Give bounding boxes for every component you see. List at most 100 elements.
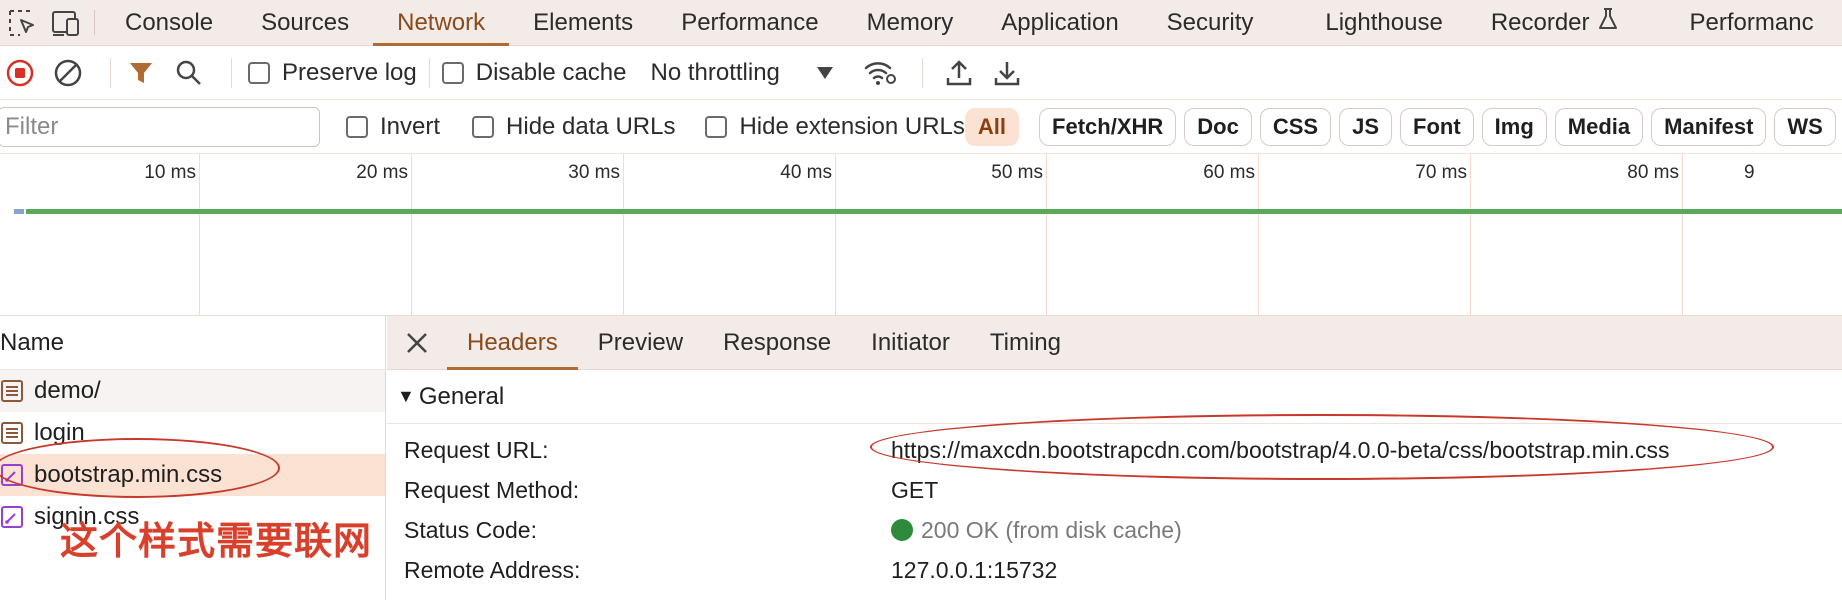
tab-label: Headers	[467, 328, 558, 356]
field-key: Request Method:	[404, 476, 580, 503]
checkbox-label: Invert	[380, 112, 441, 140]
timeline-gridline	[623, 154, 624, 315]
field-value[interactable]: https://maxcdn.bootstrapcdn.com/bootstra…	[891, 437, 1670, 464]
column-header-label: Name	[0, 328, 65, 356]
stylesheet-icon	[1, 506, 23, 528]
disable-cache-checkbox[interactable]: Disable cache	[441, 58, 627, 87]
checkbox-label: Disable cache	[475, 58, 627, 86]
name-column-header[interactable]: Name	[0, 316, 385, 370]
checkbox-box[interactable]	[346, 115, 368, 138]
tabbar-separator	[94, 10, 95, 35]
timeline-tick-label: 9	[1744, 162, 1755, 183]
type-filter-ws[interactable]: WS	[1774, 107, 1836, 146]
type-filter-fetch-xhr[interactable]: Fetch/XHR	[1039, 107, 1177, 146]
tab-performance[interactable]: Performance	[657, 0, 842, 45]
tab-console[interactable]: Console	[101, 0, 237, 45]
record-stop-icon[interactable]	[2, 46, 38, 100]
preserve-log-checkbox[interactable]: Preserve log	[248, 59, 417, 87]
header-field-status-code: Status Code: 200 OK (from disk cache)	[387, 510, 1842, 550]
inspect-element-icon[interactable]	[0, 0, 44, 45]
devtools-tabbar: Console Sources Network Elements Perform…	[0, 0, 1842, 46]
field-key: Request URL:	[404, 436, 549, 463]
stylesheet-icon	[1, 464, 23, 486]
request-row[interactable]: demo/	[0, 370, 385, 412]
timeline-tick-label: 70 ms	[1415, 162, 1467, 183]
detail-tab-headers[interactable]: Headers	[447, 316, 578, 370]
timeline-tick-label: 80 ms	[1627, 162, 1679, 183]
request-row[interactable]: login	[0, 412, 385, 454]
invert-checkbox[interactable]: Invert	[346, 113, 440, 141]
timeline-download-bar	[26, 209, 1842, 214]
checkbox-box[interactable]	[248, 61, 270, 84]
tab-performance-insights[interactable]: Performanc	[1666, 0, 1814, 45]
tab-security[interactable]: Security	[1143, 0, 1302, 45]
tab-sources[interactable]: Sources	[237, 0, 373, 45]
checkbox-box[interactable]	[705, 115, 728, 138]
detail-tab-initiator[interactable]: Initiator	[851, 316, 970, 369]
tab-label: Security	[1166, 8, 1254, 36]
hide-extension-urls-checkbox[interactable]: Hide extension URLs	[705, 113, 965, 141]
device-toolbar-icon[interactable]	[44, 0, 88, 45]
detail-tabbar: Headers Preview Response Initiator Timin…	[387, 316, 1842, 370]
type-filter-doc[interactable]: Doc	[1184, 107, 1252, 146]
tab-lighthouse[interactable]: Lighthouse	[1301, 0, 1466, 45]
detail-tab-response[interactable]: Response	[703, 316, 851, 369]
hide-data-urls-checkbox[interactable]: Hide data URLs	[472, 113, 675, 141]
detail-tab-timing[interactable]: Timing	[970, 316, 1081, 369]
timeline-overview[interactable]: 10 ms 20 ms 30 ms 40 ms 50 ms 60 ms 70 m…	[0, 154, 1842, 316]
type-filter-manifest[interactable]: Manifest	[1651, 107, 1767, 146]
request-name: login	[34, 419, 85, 446]
tab-memory[interactable]: Memory	[843, 0, 978, 45]
field-value[interactable]: 127.0.0.1:15732	[891, 557, 1057, 584]
tab-label: Console	[125, 8, 214, 36]
close-icon[interactable]	[387, 316, 447, 369]
toolbar-separator	[231, 57, 232, 88]
timeline-gridline	[1258, 154, 1259, 315]
type-filter-img[interactable]: Img	[1481, 107, 1547, 146]
filter-funnel-icon[interactable]	[123, 46, 159, 100]
timeline-gridline	[1682, 154, 1683, 315]
tab-recorder[interactable]: Recorder	[1467, 0, 1666, 45]
timeline-tick-label: 40 ms	[780, 162, 832, 183]
type-filter-media[interactable]: Media	[1554, 107, 1644, 146]
tab-label: Performance	[681, 8, 819, 36]
tab-application[interactable]: Application	[977, 0, 1142, 45]
search-icon[interactable]	[159, 46, 219, 100]
type-filter-css[interactable]: CSS	[1259, 107, 1332, 146]
clear-icon[interactable]	[38, 46, 98, 100]
timeline-tick-label: 50 ms	[991, 162, 1043, 183]
toolbar-separator	[921, 57, 923, 88]
tab-elements[interactable]: Elements	[509, 0, 657, 45]
filter-bar: Invert Hide data URLs Hide extension URL…	[0, 100, 1842, 154]
type-filter-font[interactable]: Font	[1400, 107, 1474, 146]
dropdown-triangle-icon	[816, 59, 834, 87]
header-field-remote-address: Remote Address: 127.0.0.1:15732	[387, 550, 1842, 590]
checkbox-box[interactable]	[472, 115, 495, 138]
experiment-beaker-icon	[1598, 7, 1618, 38]
timeline-gridline	[1470, 154, 1471, 315]
checkbox-box[interactable]	[441, 61, 464, 84]
status-ok-dot-icon	[891, 519, 913, 541]
export-har-icon[interactable]	[983, 46, 1031, 100]
tab-network[interactable]: Network	[373, 0, 510, 46]
request-row[interactable]: bootstrap.min.css	[0, 454, 385, 496]
throttling-select[interactable]: No throttling	[650, 59, 833, 87]
detail-tab-preview[interactable]: Preview	[578, 316, 703, 369]
tab-label: Elements	[533, 8, 634, 36]
checkbox-label: Preserve log	[282, 58, 417, 86]
tab-label: Recorder	[1490, 8, 1590, 36]
timeline-gridline	[1046, 154, 1047, 315]
general-section-header[interactable]: ▼ General	[387, 370, 1842, 424]
filter-input[interactable]	[0, 106, 320, 147]
type-filter-js[interactable]: JS	[1339, 107, 1393, 146]
network-conditions-icon[interactable]	[850, 46, 910, 100]
tab-label: Application	[1001, 8, 1119, 36]
type-filter-all[interactable]: All	[964, 107, 1020, 146]
timeline-tick-label: 10 ms	[144, 162, 196, 183]
field-value[interactable]: GET	[891, 477, 938, 504]
field-value[interactable]: 200 OK (from disk cache)	[891, 517, 1182, 544]
section-title: General	[418, 382, 505, 410]
header-field-request-url: Request URL: https://maxcdn.bootstrapcdn…	[387, 430, 1842, 470]
import-har-icon[interactable]	[935, 46, 983, 100]
timeline-gridline	[199, 154, 200, 315]
